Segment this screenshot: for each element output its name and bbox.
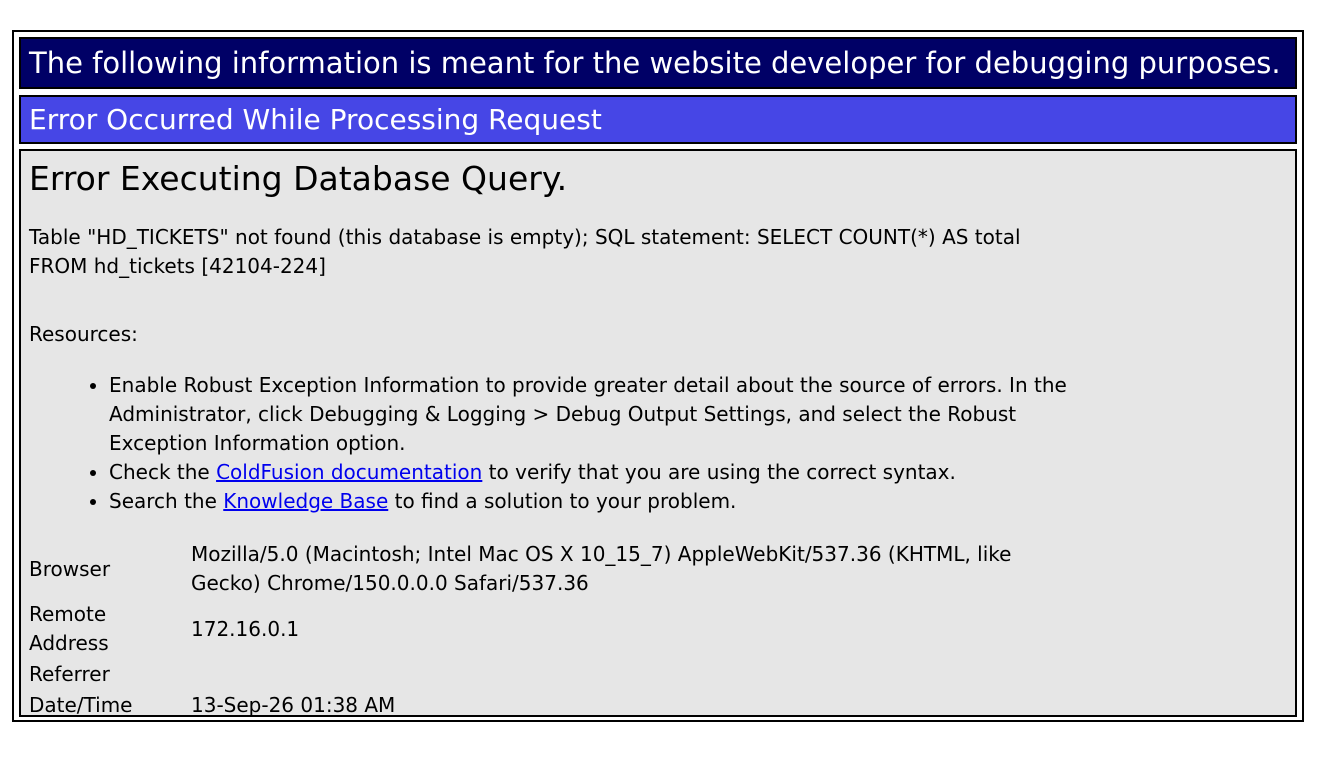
coldfusion-documentation-link[interactable]: ColdFusion documentation [216, 460, 482, 484]
referrer-label: Referrer [29, 662, 110, 686]
debug-notice-banner: The following information is meant for t… [19, 37, 1297, 89]
browser-value: Mozilla/5.0 (Macintosh; Intel Mac OS X 1… [191, 542, 1012, 595]
resource-item-documentation: Check the ColdFusion documentation to ve… [109, 458, 1119, 487]
resource-item-suffix: to verify that you are using the correct… [482, 460, 956, 484]
error-page-frame: The following information is meant for t… [12, 30, 1304, 722]
datetime-label: Date/Time [29, 693, 133, 717]
datetime-value: 13-Sep-26 01:38 AM [191, 693, 396, 717]
referrer-value [191, 660, 1051, 689]
datetime-row: Date/Time 13-Sep-26 01:38 AM [29, 691, 1051, 720]
resource-item-text: Enable Robust Exception Information to p… [109, 373, 1067, 455]
remote-address-row: Remote Address 172.16.0.1 [29, 600, 1051, 658]
browser-row: Browser Mozilla/5.0 (Macintosh; Intel Ma… [29, 540, 1051, 598]
error-message: Table "HD_TICKETS" not found (this datab… [29, 225, 1021, 278]
error-heading-banner: Error Occurred While Processing Request [19, 95, 1297, 144]
browser-label: Browser [29, 556, 111, 581]
remote-address-value: 172.16.0.1 [191, 616, 300, 641]
resource-item-prefix: Search the [109, 489, 224, 513]
referrer-row: Referrer [29, 660, 1051, 689]
remote-address-label: Remote Address [29, 602, 109, 655]
resource-item-prefix: Check the [109, 460, 217, 484]
resource-item-knowledge-base: Search the Knowledge Base to find a solu… [109, 487, 1119, 516]
resources-list: Enable Robust Exception Information to p… [29, 371, 1119, 516]
resources-label: Resources: [29, 322, 138, 346]
knowledge-base-link[interactable]: Knowledge Base [223, 489, 388, 513]
resource-item-suffix: to find a solution to your problem. [388, 489, 737, 513]
error-title: Error Executing Database Query. [29, 159, 568, 198]
resource-item-robust-exception: Enable Robust Exception Information to p… [109, 371, 1119, 458]
error-details-panel: Error Executing Database Query. Table "H… [19, 149, 1297, 717]
request-info-table: Browser Mozilla/5.0 (Macintosh; Intel Ma… [27, 538, 1053, 722]
